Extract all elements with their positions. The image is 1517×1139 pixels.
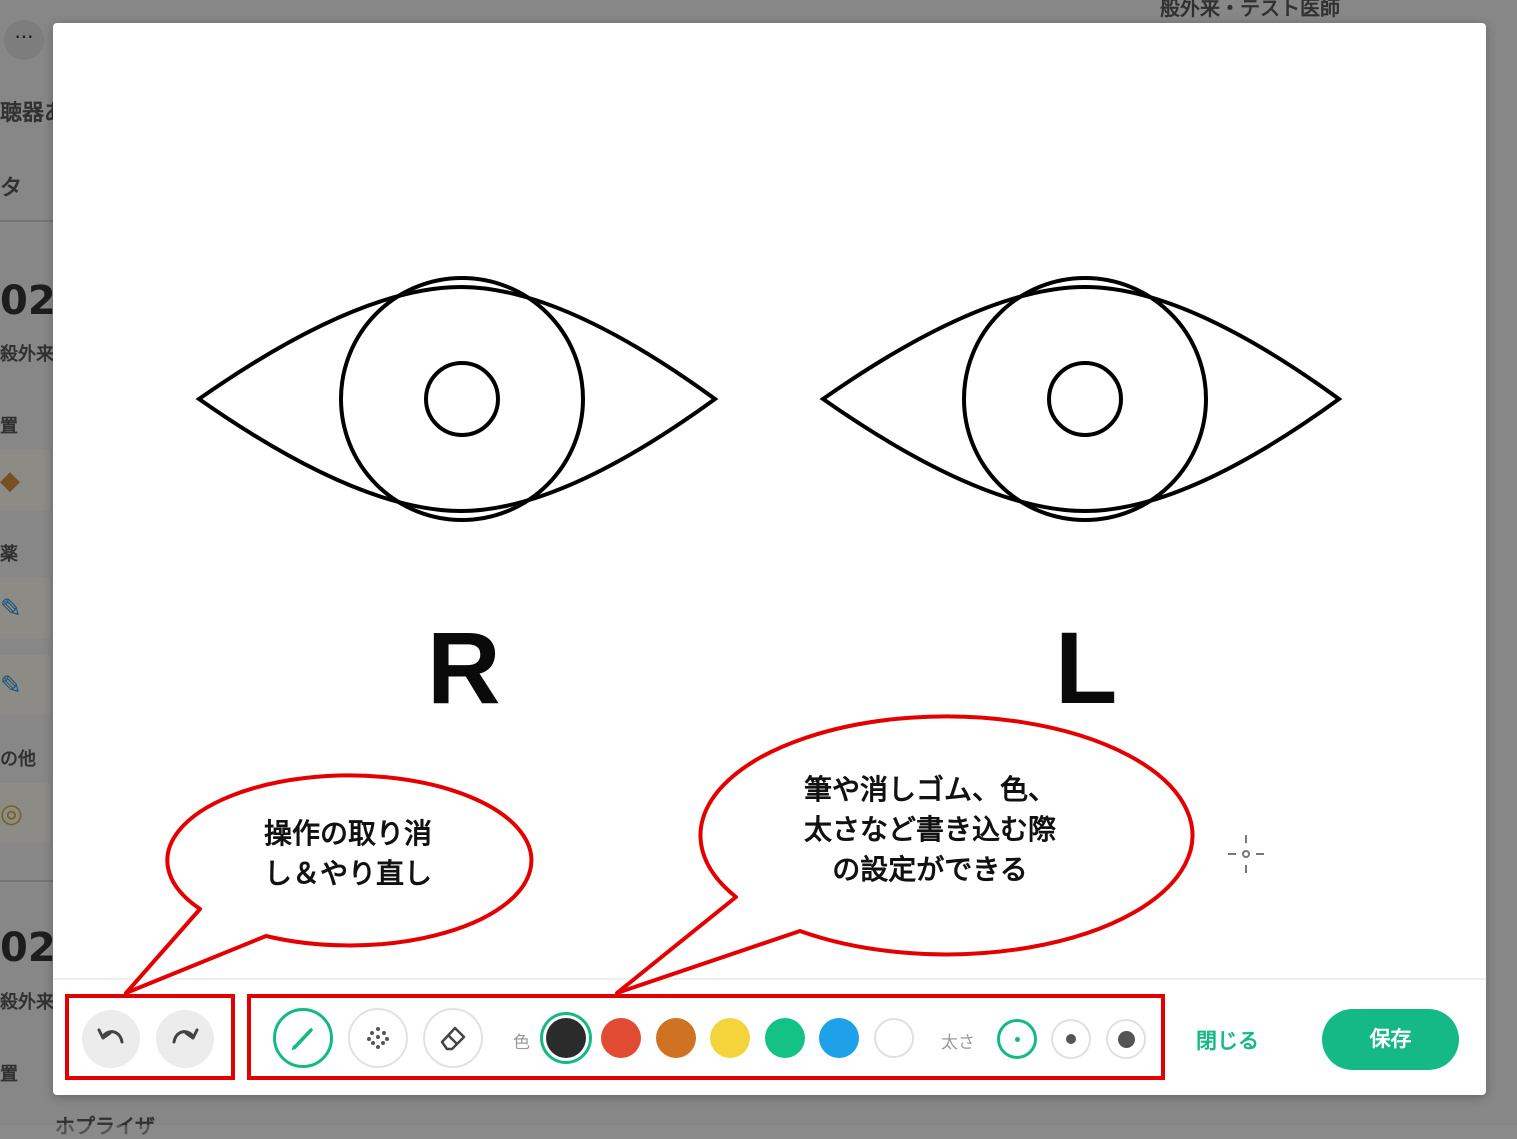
right-eye-outline bbox=[195, 284, 719, 514]
left-eye-iris bbox=[962, 276, 1208, 522]
right-eye bbox=[195, 276, 719, 522]
right-eye-label: R bbox=[427, 611, 501, 725]
close-button[interactable]: 閉じる bbox=[1196, 1025, 1259, 1055]
left-eye-pupil bbox=[1047, 361, 1123, 437]
settings-highlight-box bbox=[247, 994, 1165, 1080]
right-eye-pupil bbox=[424, 361, 500, 437]
save-button[interactable]: 保存 bbox=[1322, 1009, 1459, 1070]
crosshair-cursor-icon bbox=[1228, 835, 1264, 873]
left-eye-outline bbox=[819, 284, 1343, 514]
drawing-modal: R L 色 太さ 閉じる 保存 bbox=[53, 23, 1486, 1095]
left-eye-label: L bbox=[1055, 611, 1118, 725]
left-eye bbox=[819, 276, 1343, 522]
settings-callout-text: 筆や消しゴム、色、 太さなど書き込む際 の設定ができる bbox=[803, 773, 1056, 886]
history-callout-text: 操作の取り消 し＆やり直し bbox=[263, 817, 432, 890]
right-eye-iris bbox=[339, 276, 585, 522]
history-highlight-box bbox=[65, 994, 235, 1080]
toolbar-divider bbox=[53, 978, 1486, 980]
